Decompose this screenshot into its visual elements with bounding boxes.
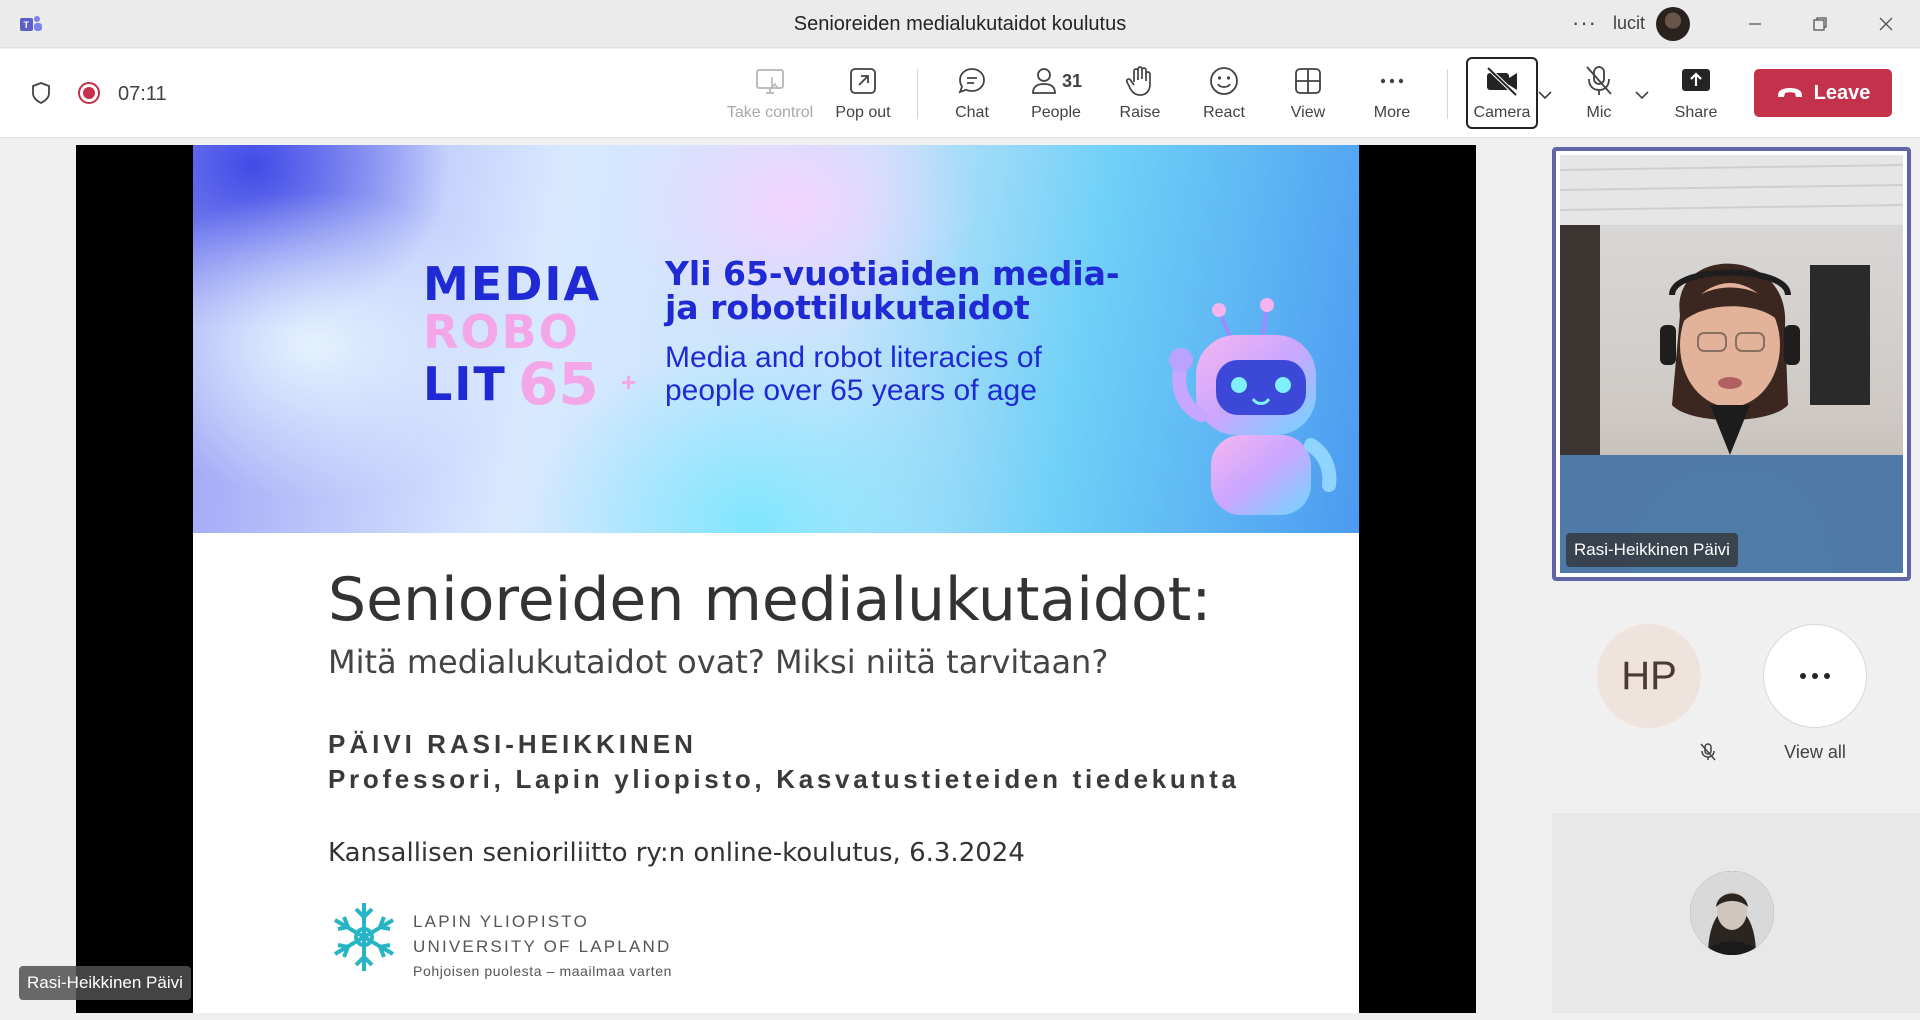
people-label: People [1031, 104, 1081, 121]
self-avatar-image [1690, 871, 1774, 955]
event-info: Kansallisen senioriliitto ry:n online-ko… [328, 838, 1025, 868]
more-button[interactable]: More [1350, 61, 1434, 129]
university-name-fi: LAPIN YLIOPISTO [413, 912, 589, 931]
chat-label: Chat [955, 104, 989, 121]
speaker-name-tag: Rasi-Heikkinen Päivi [1566, 533, 1738, 567]
share-button[interactable]: Share [1654, 61, 1738, 129]
university-name-en: UNIVERSITY OF LAPLAND [413, 937, 672, 956]
share-label: Share [1674, 104, 1718, 121]
presentation-slide: MEDIA ROBO LIT 65 + Yli 65-vuotiaiden me… [193, 145, 1359, 1013]
raise-hand-icon [1125, 66, 1151, 96]
presenter-name-tag: Rasi-Heikkinen Päivi [19, 966, 191, 1000]
camera-options-chevron-icon[interactable] [1537, 89, 1553, 101]
logo-media-text: MEDIA [423, 257, 602, 311]
university-motto: Pohjoisen puolesta – maailmaa varten [413, 963, 672, 979]
self-preview-tile[interactable] [1552, 813, 1920, 1013]
robot-illustration [1169, 298, 1337, 515]
university-snowflake-logo [333, 903, 395, 971]
recording-icon [78, 82, 100, 104]
react-button[interactable]: React [1182, 61, 1266, 129]
user-name: lucit [1613, 13, 1646, 33]
raise-label: Raise [1119, 104, 1161, 121]
meeting-toolbar: 07:11 Take control Pop out Chat 31 Peopl… [0, 49, 1920, 138]
user-avatar[interactable] [1656, 7, 1690, 41]
more-participants-icon [1800, 673, 1830, 679]
slide-banner: MEDIA ROBO LIT 65 + Yli 65-vuotiaiden me… [193, 145, 1359, 533]
close-window-button[interactable] [1866, 10, 1906, 38]
banner-finnish-title: Yli 65-vuotiaiden media- ja robottilukut… [665, 257, 1155, 325]
participant-avatar-hp[interactable]: HP [1597, 624, 1701, 728]
share-icon [1682, 69, 1710, 91]
toolbar-divider [1447, 69, 1448, 119]
pop-out-label: Pop out [835, 104, 891, 121]
people-count: 31 [1061, 70, 1083, 91]
view-all-label: View all [1784, 742, 1846, 762]
camera-button[interactable]: Camera [1460, 61, 1544, 129]
mic-off-icon [1586, 66, 1612, 95]
mic-muted-icon [1700, 743, 1716, 761]
pop-out-button[interactable]: Pop out [821, 61, 905, 129]
chat-button[interactable]: Chat [930, 61, 1014, 129]
participant-initials: HP [1621, 653, 1677, 698]
slide-subtitle: Mitä medialukutaidot ovat? Miksi niitä t… [328, 643, 1109, 681]
logo-plus-text: + [621, 367, 637, 397]
chat-icon [958, 68, 985, 94]
react-icon [1210, 67, 1238, 95]
people-button[interactable]: 31 People [1014, 61, 1098, 129]
camera-off-icon [1486, 66, 1518, 97]
meeting-timer: 07:11 [118, 83, 167, 105]
restore-icon [1813, 17, 1827, 31]
more-label: More [1373, 104, 1411, 121]
minimize-button[interactable] [1735, 10, 1775, 38]
people-icon [1032, 68, 1056, 94]
banner-english-title: Media and robot literacies of people ove… [665, 341, 1145, 407]
presenter-role: Professori, Lapin yliopisto, Kasvatustie… [328, 764, 1240, 794]
banner-english-line-2: people over 65 years of age [665, 374, 1037, 407]
presenter-name: PÄIVI RASI-HEIKKINEN [328, 729, 697, 759]
minimize-icon [1749, 23, 1761, 25]
banner-english-line-1: Media and robot literacies of [665, 341, 1042, 374]
close-icon [1879, 17, 1893, 31]
leave-label: Leave [1813, 81, 1871, 104]
mic-button[interactable]: Mic [1557, 61, 1641, 129]
banner-finnish-line-2: ja robottilukutaidot [665, 288, 1030, 327]
speaker-video-image [1560, 155, 1903, 573]
take-control-button[interactable]: Take control [726, 61, 814, 129]
view-label: View [1290, 104, 1326, 121]
view-all-button[interactable] [1763, 624, 1867, 728]
take-control-icon [756, 69, 784, 94]
toolbar-divider [917, 69, 918, 119]
grid-view-icon [1295, 68, 1321, 94]
camera-label: Camera [1473, 104, 1531, 121]
banner-finnish-line-1: Yli 65-vuotiaiden media- [665, 254, 1120, 293]
react-label: React [1203, 104, 1245, 121]
shield-icon[interactable] [30, 81, 52, 105]
self-avatar [1690, 871, 1774, 955]
logo-65-text: 65 [518, 350, 599, 418]
leave-button[interactable]: Leave [1754, 69, 1892, 117]
more-options-icon[interactable]: ··· [1572, 10, 1597, 36]
speaker-video-feed: Rasi-Heikkinen Päivi [1560, 155, 1903, 573]
slide-title: Senioreiden medialukutaidot: [328, 565, 1212, 635]
logo-lit-text: LIT [423, 357, 507, 411]
mic-label: Mic [1586, 104, 1612, 121]
raise-hand-button[interactable]: Raise [1098, 61, 1182, 129]
more-icon [1380, 78, 1404, 84]
mic-options-chevron-icon[interactable] [1634, 89, 1650, 101]
title-bar: T Senioreiden medialukutaidot koulutus ·… [0, 0, 1920, 48]
take-control-label: Take control [726, 104, 814, 121]
active-speaker-video[interactable]: Rasi-Heikkinen Päivi [1552, 147, 1911, 581]
restore-button[interactable] [1800, 10, 1840, 38]
shared-screen: MEDIA ROBO LIT 65 + Yli 65-vuotiaiden me… [76, 145, 1476, 1013]
pop-out-icon [850, 68, 876, 94]
view-button[interactable]: View [1266, 61, 1350, 129]
phone-hangup-icon [1777, 88, 1802, 97]
